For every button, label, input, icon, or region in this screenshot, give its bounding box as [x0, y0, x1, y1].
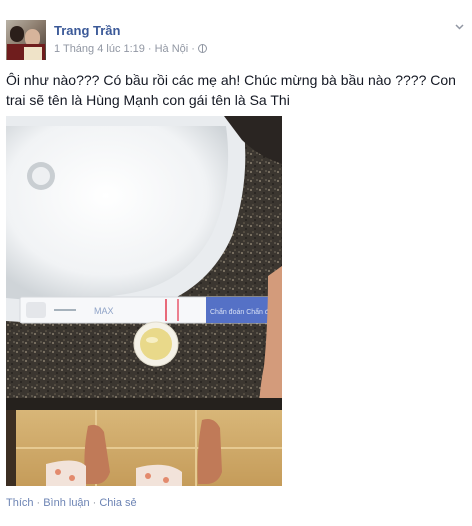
avatar-detail — [24, 47, 42, 60]
urine-cup — [133, 321, 179, 367]
meta-separator: · — [191, 43, 195, 55]
pregnancy-test-strip: MAX Chẩn đoán Chẩn đoán — [19, 296, 282, 324]
post-status-text: Ôi như nào??? Có bầu rồi các mẹ ah! Chúc… — [6, 72, 456, 108]
test-strip-label: MAX — [94, 306, 114, 316]
share-link[interactable]: Chia sẻ — [99, 497, 136, 509]
post-location[interactable]: Hà Nội — [155, 43, 189, 55]
post-photo[interactable]: MAX Chẩn đoán Chẩn đoán — [6, 116, 282, 486]
avatar-detail — [10, 26, 24, 42]
counter-edge — [6, 398, 282, 410]
drain-cap — [32, 167, 50, 185]
action-separator: · — [92, 497, 97, 509]
like-link[interactable]: Thích — [6, 497, 34, 509]
post-card: Trang Trần 1 Tháng 4 lúc 1:19 · Hà Nội · Ôi… — [0, 0, 472, 526]
shadow — [6, 410, 16, 486]
globe-icon[interactable] — [197, 44, 207, 53]
post-meta: 1 Tháng 4 lúc 1:19 · Hà Nội · — [54, 43, 207, 55]
post-actions: Thích · Bình luận · Chia sẻ — [6, 497, 137, 509]
avatar[interactable] — [6, 20, 46, 60]
post-date[interactable]: 1 Tháng 4 lúc 1:19 — [54, 43, 145, 55]
chevron-down-icon[interactable] — [455, 22, 464, 31]
comment-link[interactable]: Bình luận — [43, 497, 89, 509]
author-name[interactable]: Trang Trần — [54, 23, 120, 38]
meta-separator: · — [147, 43, 152, 55]
action-separator: · — [36, 497, 41, 509]
